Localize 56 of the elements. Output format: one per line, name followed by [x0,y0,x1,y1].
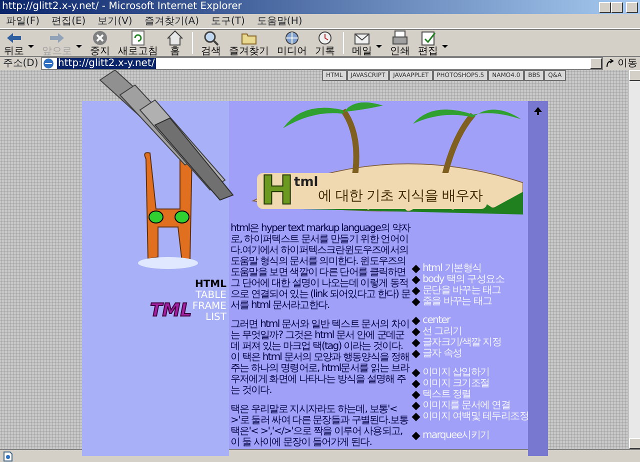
close-button[interactable] [626,2,638,12]
go-button[interactable]: 이동 [606,57,638,70]
menu-item[interactable]: 보기(V) [92,14,138,28]
bullet-icon [411,390,420,399]
toolbar-button[interactable]: 메일 [348,28,376,58]
toolbar-button[interactable]: 기록 [311,28,339,58]
bullet-icon [411,327,420,336]
bullet-icon [411,316,420,325]
bullet-icon [411,412,420,421]
scroll-down-button[interactable] [629,438,640,449]
address-field[interactable]: http://glitt2.x-y.net/ [41,57,603,70]
bullet-icon [411,297,420,306]
paragraph: 택은 우리말로 지시자라도 하는데, 보통'< >'로 둘러 싸여 다른 문장들과 구별된다.보통 택은'< >','</>'으로 짝을 이루어 사용되고, 이 둘 사이에 문장이 들어가게 된다. [230,404,410,448]
toolbar-button[interactable]: 뒤로 [0,28,28,58]
menu-item[interactable]: 도구(T) [205,14,251,28]
bullet-icon [411,275,420,284]
bullet-icon [411,338,420,347]
bullet-icon [411,431,420,440]
bullet-icon [411,349,420,358]
maximize-button[interactable] [611,2,624,12]
menu-item[interactable]: 편집(E) [46,14,92,28]
bullet-icon [411,401,420,410]
logo-text: TML [150,299,192,323]
caret-icon[interactable] [442,45,448,48]
side-nav-link[interactable]: HTML [194,279,226,290]
toolbar-button[interactable]: 검색 [197,28,225,58]
window-title: http://glitt2.x-y.net/ - Microsoft Internet Explorer [2,0,243,14]
dropdown-button[interactable] [590,58,602,69]
toolbar-button[interactable]: 인쇄 [386,28,414,58]
paragraph: html은 hyper text markup language의 약자로, 하이퍼텍스트 문서를 만들기 위한 언어이다.여기에서 하이퍼텍스크란윈도우즈에서의 도움말 형식의 문서를 의미한다. 윈도우즈의 도움말을 보면 색깔이 다른 단어를 클릭하면 그 단어에 대한 설명이 나오는데 이렇게 동적으로 연결되어 있는 (link 되어있다고 한다) 문서를 html 문서라고한다. [230,223,410,311]
toolbar-button[interactable]: 홈 [162,28,188,58]
minimize-button[interactable] [599,2,612,12]
clock-icon [316,30,334,46]
search-icon [202,30,220,46]
menu-item[interactable]: 도움말(H) [250,14,308,28]
scrollbar[interactable] [628,70,640,449]
scroll-up-button[interactable] [629,70,640,81]
toolbar-button[interactable]: 새로고침 [114,28,162,58]
menu-item[interactable]: 파일(F) [0,14,46,28]
bullet-icon [411,286,420,295]
paragraph: 그러면 html 문서와 일반 텍스트 문서의 차이는 무엇일까? 그것은 html 문서 안에 군데군데 퍼져 있는 마크업 택(tag) 이라는 것이다. 이 택은 html 문서의 모양과 행동양식을 정해주는 하나의 명령어로, html문서를 읽는 브라우저에게 화면에 나타나는 방식을 설명해 주는 것이다. [230,319,410,396]
globe-icon [283,30,301,46]
home-icon [166,30,184,46]
notepad-icon [419,30,437,46]
toolbar-button[interactable]: 중지 [86,28,114,58]
menu-item[interactable]: 즐겨찾기(A) [138,14,205,28]
arrow-icon [606,59,614,68]
address-label: 주소(D) [2,57,38,70]
up-arrow-icon[interactable] [534,107,542,115]
caret-icon[interactable] [376,45,382,48]
bullet-icon [411,379,420,388]
caret-icon[interactable] [28,45,34,48]
toolbar-button[interactable]: 편집 [414,28,442,58]
bullet-icon [411,368,420,377]
toolbar-button[interactable]: 즐겨찾기 [225,28,273,58]
bullet-icon [411,264,420,273]
